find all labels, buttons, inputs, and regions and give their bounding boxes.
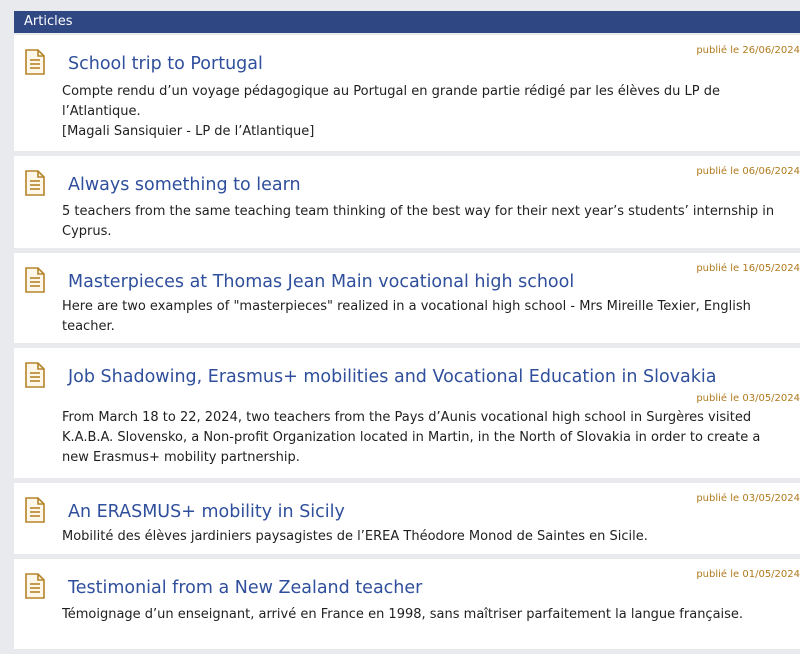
article-title-link[interactable]: School trip to Portugal [68,54,263,74]
article-title-link[interactable]: Testimonial from a New Zealand teacher [68,578,422,598]
publish-date: publié le 03/05/2024 [696,393,800,404]
article-title-link[interactable]: Masterpieces at Thomas Jean Main vocatio… [68,272,574,292]
article-item: publié le 26/06/2024 School trip to Port… [14,35,800,151]
document-icon [25,49,45,75]
publish-date: publié le 06/06/2024 [696,166,800,177]
section-title: Articles [24,14,73,29]
author-credit: [Magali Sansiquier - LP de l’Atlantique] [62,124,315,139]
document-icon [25,170,45,196]
article-summary: From March 18 to 22, 2024, two teachers … [62,410,761,465]
article-item: Job Shadowing, Erasmus+ mobilities and V… [14,348,800,478]
document-icon [25,362,45,388]
document-icon [25,267,45,293]
article-list: publié le 26/06/2024 School trip to Port… [14,35,800,654]
publish-date: publié le 26/06/2024 [696,45,800,56]
article-item: publié le 01/05/2024 Testimonial from a … [14,559,800,649]
publish-date: publié le 01/05/2024 [696,569,800,580]
document-icon [25,497,45,523]
publish-date: publié le 16/05/2024 [696,263,800,274]
article-title-link[interactable]: Always something to learn [68,175,301,195]
publish-date: publié le 03/05/2024 [696,493,800,504]
article-summary: Mobilité des élèves jardiniers paysagist… [62,529,648,544]
article-item: publié le 16/05/2024 Masterpieces at Tho… [14,253,800,343]
article-item: publié le 03/05/2024 An ERASMUS+ mobilit… [14,483,800,554]
document-icon [25,573,45,599]
summary-text: Compte rendu d’un voyage pédagogique au … [62,84,721,119]
article-summary: Here are two examples of "masterpieces" … [62,299,751,334]
article-title-link[interactable]: An ERASMUS+ mobility in Sicily [68,502,345,522]
article-summary: Compte rendu d’un voyage pédagogique au … [62,82,782,142]
article-title-link[interactable]: Job Shadowing, Erasmus+ mobilities and V… [68,367,716,387]
article-summary: Témoignage d’un enseignant, arrivé en Fr… [62,607,744,622]
articles-header: Articles [14,11,800,33]
article-summary: 5 teachers from the same teaching team t… [62,204,775,239]
article-item: publié le 06/06/2024 Always something to… [14,156,800,248]
